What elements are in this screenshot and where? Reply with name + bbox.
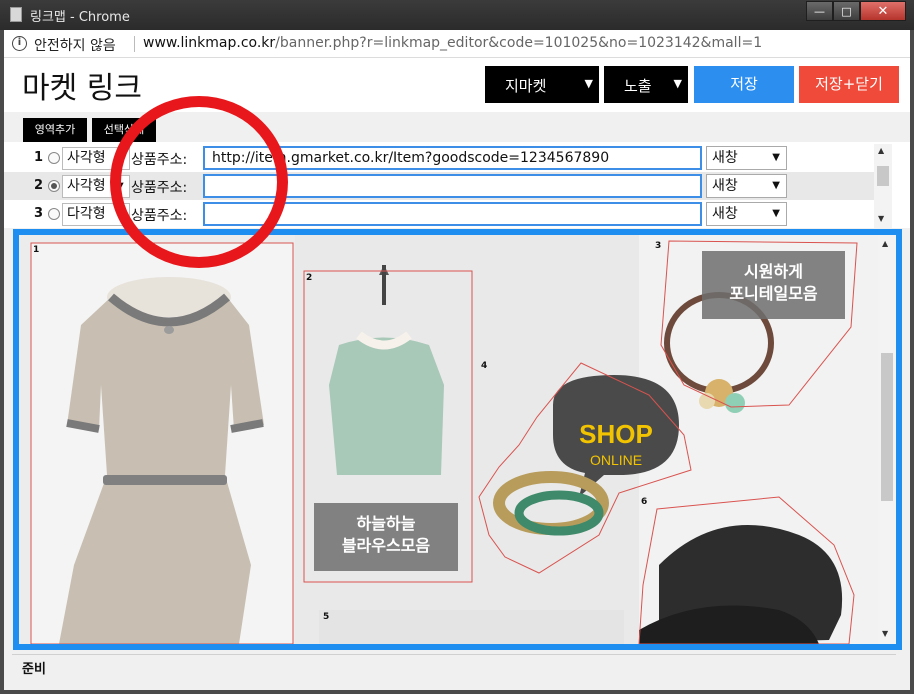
area-label: 2 bbox=[306, 273, 313, 283]
scroll-down-icon[interactable]: ▼ bbox=[882, 629, 888, 638]
title-bar[interactable]: 링크맵 - Chrome — □ ✕ bbox=[0, 0, 914, 30]
status-bar: 준비 bbox=[12, 654, 896, 677]
target-select-value: 새창 bbox=[712, 206, 738, 222]
annotation-circle bbox=[110, 96, 288, 268]
divider bbox=[134, 36, 135, 52]
scroll-thumb[interactable] bbox=[881, 353, 893, 501]
ponytail-overlay: 시원하게 포니테일모음 bbox=[702, 251, 845, 319]
overlay-line: 포니테일모음 bbox=[729, 284, 818, 303]
scroll-up-icon[interactable]: ▲ bbox=[878, 146, 884, 155]
target-select-value: 새창 bbox=[712, 178, 738, 194]
close-button[interactable]: ✕ bbox=[860, 1, 906, 21]
area-label: 3 bbox=[655, 241, 662, 251]
target-select-value: 새창 bbox=[712, 150, 738, 166]
minimize-button[interactable]: — bbox=[806, 1, 833, 21]
row-number: 2 bbox=[34, 178, 44, 193]
target-select[interactable]: 새창 ▼ bbox=[706, 202, 787, 226]
security-label: 안전하지 않음 bbox=[34, 38, 116, 54]
area-label: 5 bbox=[323, 612, 330, 622]
page-title: 마켓 링크 bbox=[22, 71, 142, 106]
market-select[interactable]: 지마켓 ▼ bbox=[485, 66, 599, 103]
target-select[interactable]: 새창 ▼ bbox=[706, 174, 787, 198]
browser-window: 링크맵 - Chrome — □ ✕ i 안전하지 않음 www.linkmap… bbox=[0, 0, 914, 694]
overlay-line: 시원하게 bbox=[744, 262, 803, 281]
save-button[interactable]: 저장 bbox=[694, 66, 794, 103]
maximize-button[interactable]: □ bbox=[833, 1, 860, 21]
dropdown-arrow-icon: ▼ bbox=[772, 180, 780, 191]
market-select-value: 지마켓 bbox=[505, 77, 547, 95]
window-controls: — □ ✕ bbox=[806, 1, 906, 21]
row-radio[interactable] bbox=[48, 180, 60, 192]
info-icon[interactable]: i bbox=[12, 36, 27, 51]
window-title: 링크맵 - Chrome bbox=[30, 10, 130, 25]
rows-scrollbar[interactable]: ▲ ▼ bbox=[874, 144, 892, 228]
scroll-down-icon[interactable]: ▼ bbox=[878, 214, 884, 223]
url-path: /banner.php?r=linkmap_editor&code=101025… bbox=[275, 35, 763, 51]
dropdown-arrow-icon: ▼ bbox=[772, 152, 780, 163]
dropdown-arrow-icon: ▼ bbox=[673, 77, 682, 90]
area-label: 4 bbox=[481, 361, 488, 371]
online-text: ONLINE bbox=[590, 452, 642, 468]
row-radio[interactable] bbox=[48, 152, 60, 164]
address-bar[interactable]: i 안전하지 않음 www.linkmap.co.kr/banner.php?r… bbox=[4, 30, 910, 58]
shape-select-value: 사각형 bbox=[67, 178, 106, 194]
banner-image[interactable]: SHOP ONLINE 1 2 3 4 5 6 하늘하늘 블라우스모음 시원하게… bbox=[19, 235, 878, 644]
dropdown-arrow-icon: ▼ bbox=[772, 208, 780, 219]
scroll-thumb[interactable] bbox=[877, 166, 889, 186]
visibility-select-value: 노출 bbox=[624, 77, 652, 95]
banner-editor-canvas: SHOP ONLINE 1 2 3 4 5 6 하늘하늘 블라우스모음 시원하게… bbox=[13, 229, 902, 650]
dropdown-arrow-icon: ▼ bbox=[584, 77, 593, 90]
row-number: 1 bbox=[34, 150, 44, 165]
status-text: 준비 bbox=[22, 662, 46, 677]
blouse-overlay: 하늘하늘 블라우스모음 bbox=[314, 503, 458, 571]
canvas-scrollbar[interactable]: ▲ ▼ bbox=[878, 235, 896, 644]
area-label: 6 bbox=[641, 497, 648, 507]
url-text[interactable]: www.linkmap.co.kr/banner.php?r=linkmap_e… bbox=[143, 35, 762, 51]
save-close-button[interactable]: 저장+닫기 bbox=[799, 66, 899, 103]
row-radio[interactable] bbox=[48, 208, 60, 220]
overlay-line: 하늘하늘 bbox=[356, 514, 416, 533]
scroll-up-icon[interactable]: ▲ bbox=[882, 239, 888, 248]
url-host: www.linkmap.co.kr bbox=[143, 35, 276, 51]
page-icon bbox=[10, 7, 22, 22]
target-select[interactable]: 새창 ▼ bbox=[706, 146, 787, 170]
shop-text: SHOP bbox=[579, 419, 653, 449]
shape-select-value: 사각형 bbox=[67, 150, 106, 166]
visibility-select[interactable]: 노출 ▼ bbox=[604, 66, 688, 103]
overlay-line: 블라우스모음 bbox=[341, 536, 431, 555]
add-area-button[interactable]: 영역추가 bbox=[23, 118, 87, 142]
shape-select-value: 다각형 bbox=[67, 206, 106, 222]
area-label: 1 bbox=[33, 245, 40, 255]
row-number: 3 bbox=[34, 206, 44, 221]
header: 마켓 링크 지마켓 ▼ 노출 ▼ 저장 저장+닫기 bbox=[4, 58, 910, 112]
